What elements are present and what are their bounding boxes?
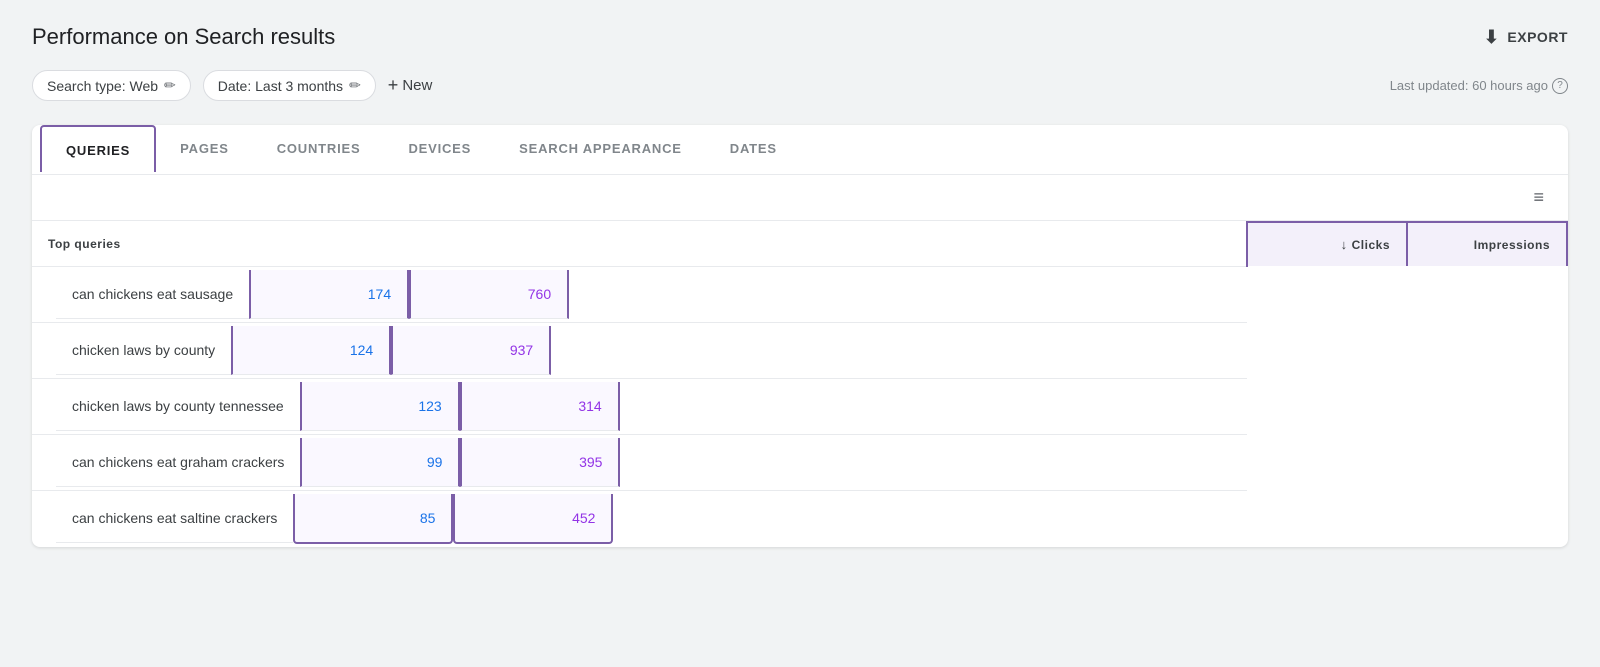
table-row[interactable]: chicken laws by county tennessee 123 314 [32, 379, 1247, 435]
filter-bar: Search type: Web ✏ Date: Last 3 months ✏… [32, 70, 1568, 101]
filter-icon-button[interactable]: ≡ [1533, 187, 1544, 208]
edit-search-type-icon: ✏ [164, 77, 176, 94]
main-card: QUERIES PAGES COUNTRIES DEVICES SEARCH A… [32, 125, 1568, 547]
export-icon: ⬇ [1484, 27, 1500, 48]
row-clicks: 123 [300, 382, 460, 431]
row-clicks: 99 [300, 438, 460, 487]
row-impressions: 452 [453, 494, 613, 544]
row-clicks: 174 [249, 270, 409, 319]
table-row[interactable]: can chickens eat saltine crackers 85 452 [32, 491, 1247, 547]
row-impressions: 395 [460, 438, 620, 487]
tab-queries[interactable]: QUERIES [40, 125, 156, 174]
header-query: Top queries [32, 222, 1247, 266]
row-query: chicken laws by county tennessee [56, 382, 300, 431]
row-clicks: 124 [231, 326, 391, 375]
queries-table: Top queries ↓ Clicks Impressions [32, 221, 1568, 547]
tab-dates[interactable]: DATES [706, 125, 801, 175]
tabs-row: QUERIES PAGES COUNTRIES DEVICES SEARCH A… [32, 125, 1568, 175]
filter-left: Search type: Web ✏ Date: Last 3 months ✏… [32, 70, 432, 101]
row-impressions: 760 [409, 270, 569, 319]
row-impressions: 314 [460, 382, 620, 431]
filter-lines-icon: ≡ [1533, 187, 1544, 207]
new-filter-button[interactable]: + New [388, 75, 433, 96]
table-row[interactable]: can chickens eat sausage 174 760 [32, 267, 1247, 323]
plus-icon: + [388, 75, 399, 96]
tab-pages[interactable]: PAGES [156, 125, 253, 175]
row-query: can chickens eat sausage [56, 270, 249, 319]
sort-arrow-icon: ↓ [1341, 237, 1348, 252]
header-clicks[interactable]: ↓ Clicks [1247, 222, 1407, 266]
search-type-filter[interactable]: Search type: Web ✏ [32, 70, 191, 101]
search-type-label: Search type: Web [47, 78, 158, 94]
table-row[interactable]: chicken laws by county 124 937 [32, 323, 1247, 379]
last-updated: Last updated: 60 hours ago ? [1390, 78, 1568, 94]
header-impressions[interactable]: Impressions [1407, 222, 1567, 266]
date-label: Date: Last 3 months [218, 78, 343, 94]
export-button[interactable]: ⬇ EXPORT [1484, 27, 1568, 48]
edit-date-icon: ✏ [349, 77, 361, 94]
filter-row: ≡ [32, 175, 1568, 221]
table-wrapper: Top queries ↓ Clicks Impressions [32, 221, 1568, 547]
tab-countries[interactable]: COUNTRIES [253, 125, 385, 175]
page-container: Performance on Search results ⬇ EXPORT S… [0, 0, 1600, 571]
table-row[interactable]: can chickens eat graham crackers 99 395 [32, 435, 1247, 491]
tab-devices[interactable]: DEVICES [384, 125, 495, 175]
row-query: chicken laws by county [56, 326, 231, 375]
row-impressions: 937 [391, 326, 551, 375]
row-query: can chickens eat saltine crackers [56, 494, 293, 543]
page-header: Performance on Search results ⬇ EXPORT [32, 24, 1568, 50]
page-title: Performance on Search results [32, 24, 335, 50]
date-filter[interactable]: Date: Last 3 months ✏ [203, 70, 376, 101]
info-icon[interactable]: ? [1552, 78, 1568, 94]
row-clicks: 85 [293, 494, 453, 544]
tab-search-appearance[interactable]: SEARCH APPEARANCE [495, 125, 706, 175]
row-query: can chickens eat graham crackers [56, 438, 300, 487]
